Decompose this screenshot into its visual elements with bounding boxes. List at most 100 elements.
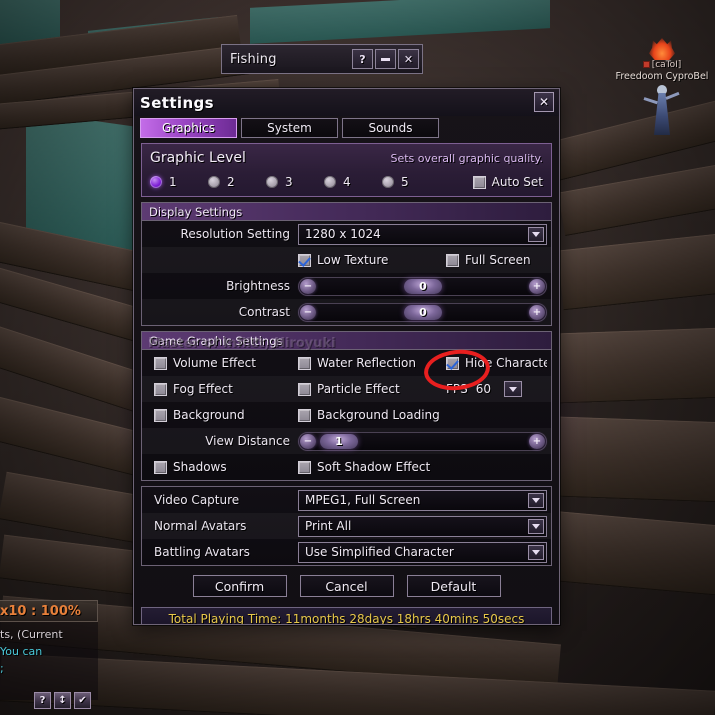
chat-resize-icon[interactable]: ↕ bbox=[54, 692, 71, 709]
character-guild-tag: [caToI] bbox=[612, 60, 712, 71]
tab-graphics[interactable]: Graphics bbox=[140, 118, 237, 138]
contrast-knob[interactable]: 0 bbox=[404, 304, 442, 320]
fishing-window[interactable]: Fishing ? ✕ bbox=[221, 44, 423, 74]
graphic-level-option-3[interactable]: 3 bbox=[266, 175, 324, 189]
chat-message-list: ts, (Current You can ; bbox=[0, 622, 98, 700]
hide-character-checkbox[interactable]: Hide Character bbox=[446, 356, 547, 370]
checkbox-icon bbox=[298, 382, 311, 396]
playing-time-text: Total Playing Time: 11months 28days 18hr… bbox=[168, 611, 525, 625]
radio-icon bbox=[208, 176, 220, 188]
default-button[interactable]: Default bbox=[406, 575, 501, 597]
minimize-icon bbox=[381, 57, 390, 61]
graphic-level-panel: Graphic Level Sets overall graphic quali… bbox=[141, 143, 552, 197]
cancel-button[interactable]: Cancel bbox=[299, 575, 394, 597]
radio-label: 5 bbox=[401, 175, 409, 189]
particle-effect-label: Particle Effect bbox=[317, 382, 400, 396]
soft-shadow-effect-label: Soft Shadow Effect bbox=[317, 460, 431, 474]
view-distance-row: View Distance − 1 + bbox=[142, 428, 551, 454]
graphic-level-option-4[interactable]: 4 bbox=[324, 175, 382, 189]
checkbox-icon bbox=[472, 175, 486, 189]
view-distance-knob[interactable]: 1 bbox=[320, 433, 358, 449]
fishing-minimize-button[interactable] bbox=[375, 49, 396, 69]
plus-icon[interactable]: + bbox=[529, 304, 545, 320]
chat-line: ts, (Current bbox=[0, 628, 63, 641]
contrast-slider[interactable]: − 0 + bbox=[298, 302, 547, 322]
player-character[interactable]: [caToI] Freedoom CyproBel bbox=[612, 38, 712, 137]
video-capture-row: Video Capture MPEG1, Full Screen bbox=[142, 487, 551, 513]
settings-dialog[interactable]: Settings ✕ Graphics System Sounds Graphi… bbox=[133, 88, 560, 625]
fog-effect-checkbox[interactable]: Fog Effect bbox=[146, 382, 298, 396]
resolution-label: Resolution Setting bbox=[180, 227, 290, 241]
character-arm-left bbox=[643, 97, 658, 105]
character-arm-right bbox=[665, 91, 680, 100]
radio-icon-selected bbox=[150, 176, 162, 188]
water-reflection-label: Water Reflection bbox=[317, 356, 416, 370]
video-capture-label: Video Capture bbox=[154, 493, 240, 507]
radio-label: 3 bbox=[285, 175, 293, 189]
chevron-down-icon[interactable] bbox=[503, 381, 522, 397]
minus-icon[interactable]: − bbox=[300, 433, 316, 449]
display-settings-title: Display Settings bbox=[149, 204, 243, 219]
water-reflection-checkbox[interactable]: Water Reflection bbox=[298, 356, 446, 370]
settings-tab-bar: Graphics System Sounds bbox=[134, 116, 559, 143]
confirm-button[interactable]: Confirm bbox=[192, 575, 287, 597]
game-graphic-settings-panel: Game Graphic Settings Volume Effect Wate… bbox=[141, 331, 552, 481]
tab-system[interactable]: System bbox=[241, 118, 338, 138]
background-loading-label: Background Loading bbox=[317, 408, 440, 422]
graphic-level-option-5[interactable]: 5 bbox=[382, 175, 440, 189]
resolution-dropdown[interactable]: 1280 x 1024 bbox=[298, 223, 547, 245]
game-screen: [caToI] Freedoom CyproBel x10 : 100% ts,… bbox=[0, 0, 715, 715]
background-checkbox[interactable]: Background bbox=[146, 408, 298, 422]
brightness-knob[interactable]: 0 bbox=[404, 278, 442, 294]
view-distance-label: View Distance bbox=[205, 434, 290, 448]
video-capture-dropdown[interactable]: MPEG1, Full Screen bbox=[298, 489, 547, 511]
radio-label: 4 bbox=[343, 175, 351, 189]
shadows-checkbox[interactable]: Shadows bbox=[146, 460, 298, 474]
minus-icon[interactable]: − bbox=[300, 278, 316, 294]
radio-label: 1 bbox=[169, 175, 177, 189]
contrast-label: Contrast bbox=[238, 305, 290, 319]
low-texture-checkbox[interactable]: Low Texture bbox=[298, 253, 446, 267]
soft-shadow-effect-checkbox[interactable]: Soft Shadow Effect bbox=[298, 460, 446, 474]
fishing-window-title: Fishing bbox=[230, 51, 277, 67]
full-screen-checkbox[interactable]: Full Screen bbox=[446, 253, 531, 267]
fishing-help-button[interactable]: ? bbox=[352, 49, 373, 69]
plus-icon[interactable]: + bbox=[529, 433, 545, 449]
volume-effect-checkbox[interactable]: Volume Effect bbox=[146, 356, 298, 370]
chevron-down-icon[interactable] bbox=[528, 518, 544, 534]
graphic-level-option-1[interactable]: 1 bbox=[150, 175, 208, 189]
battling-avatars-row: Battling Avatars Use Simplified Characte… bbox=[142, 539, 551, 565]
plus-icon[interactable]: + bbox=[529, 278, 545, 294]
battling-avatars-label: Battling Avatars bbox=[154, 545, 250, 559]
shadows-label: Shadows bbox=[173, 460, 227, 474]
graphic-level-hint: Sets overall graphic quality. bbox=[390, 152, 543, 165]
settings-close-button[interactable]: ✕ bbox=[534, 92, 554, 112]
chat-help-icon[interactable]: ? bbox=[34, 692, 51, 709]
chat-panel[interactable]: x10 : 100% ts, (Current You can ; ? ↕ ✔ bbox=[0, 600, 98, 709]
fps-control[interactable]: FPS 60 bbox=[446, 381, 547, 397]
graphic-level-option-2[interactable]: 2 bbox=[208, 175, 266, 189]
battling-avatars-dropdown[interactable]: Use Simplified Character bbox=[298, 541, 547, 563]
background-loading-checkbox[interactable]: Background Loading bbox=[298, 408, 446, 422]
chevron-down-icon[interactable] bbox=[528, 492, 544, 508]
resolution-value: 1280 x 1024 bbox=[305, 227, 381, 241]
battling-avatars-value: Use Simplified Character bbox=[305, 545, 454, 559]
radio-icon bbox=[382, 176, 394, 188]
chat-confirm-icon[interactable]: ✔ bbox=[74, 692, 91, 709]
capture-settings-panel: Video Capture MPEG1, Full Screen Normal … bbox=[141, 486, 552, 566]
normal-avatars-dropdown[interactable]: Print All bbox=[298, 515, 547, 537]
graphic-level-options: 1 2 3 4 5 Auto Set bbox=[150, 175, 543, 189]
chevron-down-icon[interactable] bbox=[528, 226, 544, 242]
particle-effect-checkbox[interactable]: Particle Effect bbox=[298, 382, 446, 396]
minus-icon[interactable]: − bbox=[300, 304, 316, 320]
checkbox-icon-checked bbox=[446, 356, 459, 370]
tab-sounds[interactable]: Sounds bbox=[342, 118, 439, 138]
fishing-close-button[interactable]: ✕ bbox=[398, 49, 419, 69]
chat-line: You can bbox=[0, 645, 43, 658]
auto-set-checkbox[interactable]: Auto Set bbox=[472, 175, 543, 189]
view-distance-slider[interactable]: − 1 + bbox=[298, 431, 547, 451]
dialog-button-row: Confirm Cancel Default bbox=[134, 575, 559, 597]
brightness-slider[interactable]: − 0 + bbox=[298, 276, 547, 296]
brightness-row: Brightness − 0 + bbox=[142, 273, 551, 299]
chevron-down-icon[interactable] bbox=[528, 544, 544, 560]
